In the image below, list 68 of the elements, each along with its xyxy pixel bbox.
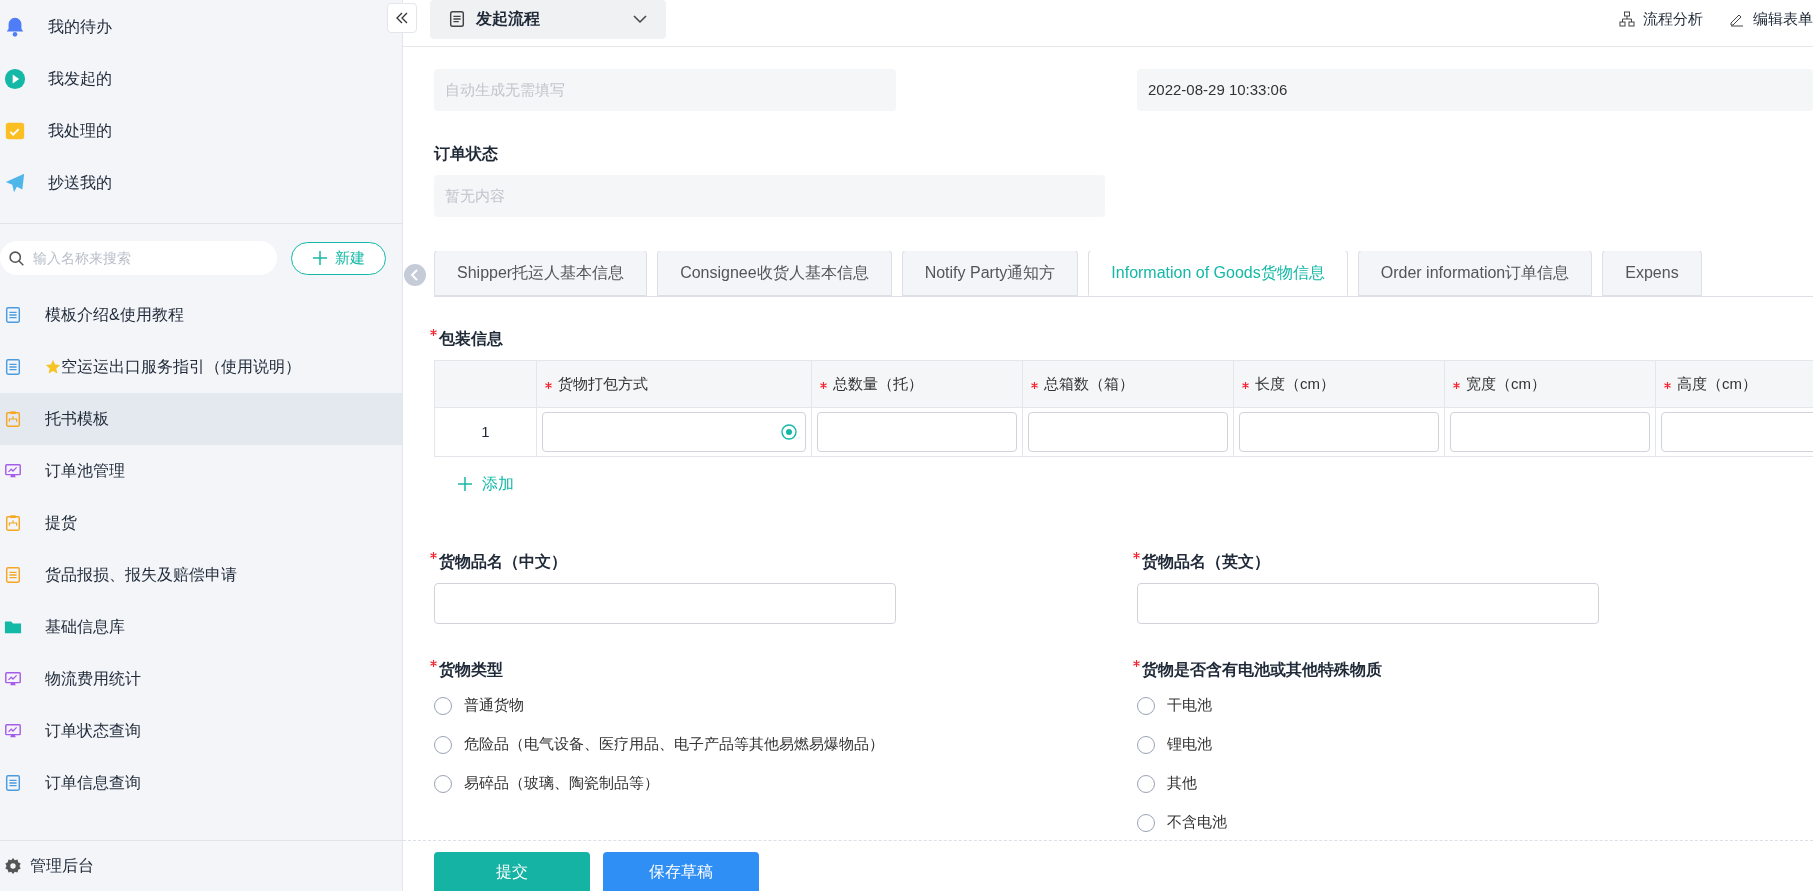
field-label: 货物是否含有电池或其他特殊物质 — [1133, 658, 1813, 682]
radio-label: 其他 — [1167, 773, 1197, 794]
collapse-button[interactable] — [387, 3, 417, 33]
column-header: 货物打包方式 — [537, 361, 812, 407]
document-icon — [448, 10, 466, 28]
sidebar-item[interactable]: 提货 — [0, 497, 402, 549]
admin-link[interactable]: 管理后台 — [30, 854, 94, 878]
tab[interactable]: Shipper托运人基本信息 — [434, 251, 648, 296]
play-icon — [4, 68, 26, 90]
sidebar-item[interactable]: 空运运出口服务指引（使用说明） — [0, 341, 402, 393]
column-header: 长度（cm） — [1234, 361, 1445, 407]
radio-label: 锂电池 — [1167, 734, 1212, 755]
hierarchy-icon — [1619, 11, 1635, 27]
nav-item[interactable]: 我处理的 — [0, 105, 120, 157]
tab[interactable]: Order information订单信息 — [1357, 251, 1593, 296]
search-field[interactable]: 输入名称来搜索 — [33, 247, 263, 269]
field-label: 货物品名（英文） — [1133, 550, 1813, 574]
field-label: 货物类型 — [430, 658, 1133, 682]
text-input[interactable] — [434, 583, 896, 624]
row-number: 1 — [435, 408, 537, 456]
column-header: 高度（cm） — [1656, 361, 1813, 407]
tab[interactable]: Consignee收货人基本信息 — [657, 251, 892, 296]
sidebar-item[interactable]: 订单信息查询 — [0, 757, 402, 809]
double-chevron-left-icon — [395, 11, 409, 25]
sidebar-item[interactable]: 订单状态查询 — [0, 705, 402, 757]
target-icon — [781, 424, 797, 440]
plus-icon — [312, 251, 327, 265]
created-date-field[interactable]: 2022-08-29 10:33:06 — [1137, 69, 1813, 111]
table-input[interactable] — [542, 412, 806, 452]
sidebar-item[interactable]: 基础信息库 — [0, 601, 402, 653]
nav-item[interactable]: 我的待办 — [0, 1, 120, 53]
radio-label: 易碎品（玻璃、陶瓷制品等） — [464, 773, 659, 794]
sidebar-item[interactable]: 物流费用统计 — [0, 653, 402, 705]
header-action[interactable]: 流程分析 — [1619, 7, 1703, 31]
sidebar-item[interactable]: 订单池管理 — [0, 445, 402, 497]
radio-label: 不含电池 — [1167, 812, 1227, 833]
field-label: 包装信息 — [430, 327, 1813, 351]
column-header: 宽度（cm） — [1445, 361, 1656, 407]
radio-label: 干电池 — [1167, 695, 1212, 716]
radio-label: 危险品（电气设备、医疗用品、电子产品等其他易燃易爆物品） — [464, 734, 884, 755]
sidebar-item[interactable]: 托书模板 — [0, 393, 402, 445]
chevron-left-circle-icon[interactable] — [404, 264, 426, 286]
nav-item[interactable]: 我发起的 — [0, 53, 120, 105]
paper-plane-icon — [4, 172, 26, 194]
sidebar-item[interactable]: 模板介绍&使用教程 — [0, 289, 402, 341]
search-icon — [8, 249, 25, 267]
field-label: 货物品名（中文） — [430, 550, 1133, 574]
check-tray-icon — [4, 120, 26, 142]
text-input[interactable] — [1137, 583, 1599, 624]
table-input[interactable] — [1239, 412, 1439, 452]
nav-item[interactable]: 抄送我的 — [0, 157, 120, 209]
search-box[interactable]: 输入名称来搜索 — [0, 241, 278, 275]
gear-icon — [4, 857, 22, 875]
column-header: 总箱数（箱） — [1023, 361, 1234, 407]
table-input[interactable] — [817, 412, 1017, 452]
tab[interactable]: Expens — [1602, 251, 1702, 296]
radio-label: 普通货物 — [464, 695, 524, 716]
table-input[interactable] — [1661, 412, 1813, 452]
tab[interactable]: Notify Party通知方 — [901, 251, 1079, 296]
process-dropdown[interactable]: 发起流程 — [430, 0, 666, 39]
field-label: 订单状态 — [434, 144, 499, 164]
table-input[interactable] — [1028, 412, 1228, 452]
plus-icon — [458, 477, 472, 491]
header-action[interactable]: 编辑表单 — [1729, 7, 1813, 31]
column-header: 总数量（托） — [812, 361, 1023, 407]
bell-icon — [4, 16, 26, 38]
table-input[interactable] — [1450, 412, 1650, 452]
sidebar-item[interactable]: 货品报损、报失及赔偿申请 — [0, 549, 402, 601]
